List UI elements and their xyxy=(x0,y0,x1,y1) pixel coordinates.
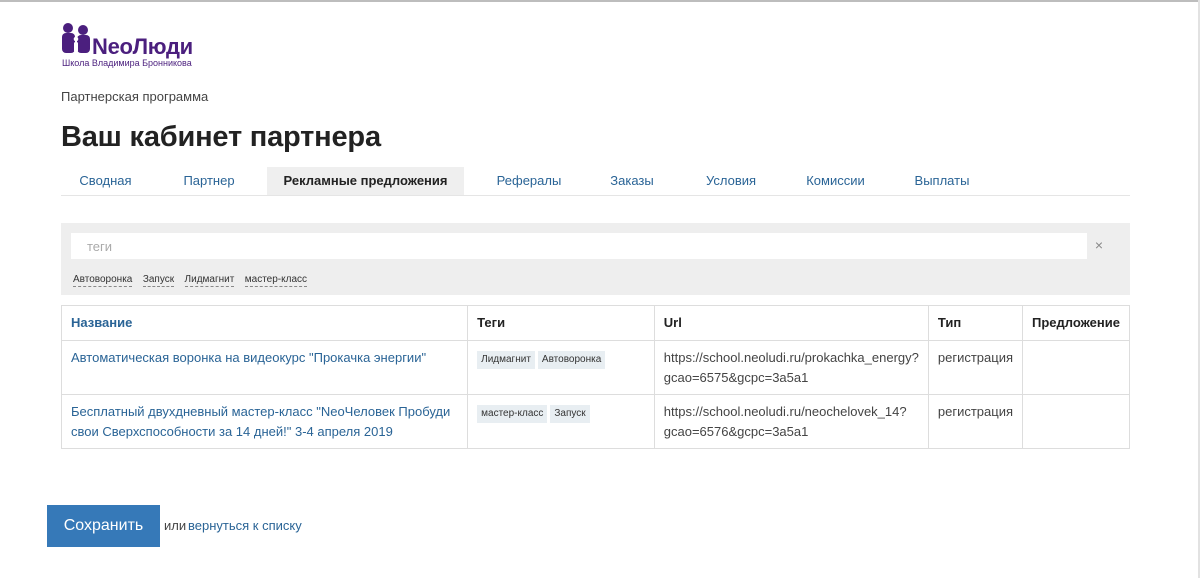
save-button[interactable]: Сохранить xyxy=(47,505,160,547)
tab-payouts[interactable]: Выплаты xyxy=(901,167,983,195)
table-header-row: Название Теги Url Тип Предложение xyxy=(60,305,1130,341)
offer-tag: Запуск xyxy=(550,405,590,423)
neoludi-logo[interactable]: NeoЛюди Школа Владимира Бронникова xyxy=(60,22,210,72)
offer-url-line: gcao=6575&gcpc=3a5a1 xyxy=(663,370,809,385)
offer-url-line: https://school.neoludi.ru/neochelovek_14… xyxy=(663,404,907,419)
column-header-name[interactable]: Название xyxy=(60,305,469,341)
offer-offer-cell xyxy=(1022,340,1130,395)
offer-type-cell: регистрация xyxy=(927,340,1024,395)
tab-referrals[interactable]: Рефералы xyxy=(479,167,579,195)
logo-people-icon xyxy=(62,23,90,53)
breadcrumb: Партнерская программа xyxy=(61,89,209,104)
filter-tag[interactable]: Лидмагнит xyxy=(184,273,235,287)
clear-icon[interactable]: × xyxy=(1091,235,1107,255)
filter-tag-list: Автоворонка Запуск Лидмагнит мастер-клас… xyxy=(73,269,313,287)
offer-name-link[interactable]: Автоматическая воронка на видеокурс "Про… xyxy=(71,350,426,365)
filter-tag[interactable]: Запуск xyxy=(142,273,175,287)
logo-brand-name: NeoЛюди xyxy=(92,34,193,59)
offer-offer-cell xyxy=(1022,394,1130,449)
tab-orders[interactable]: Заказы xyxy=(595,167,669,195)
offers-table: Название Теги Url Тип Предложение Автома… xyxy=(60,305,1130,449)
offer-name-cell: Бесплатный двухдневный мастер-класс "Neo… xyxy=(60,394,469,449)
offer-tag: Автоворонка xyxy=(537,351,606,369)
offer-type-cell: регистрация xyxy=(927,394,1024,449)
filter-tag[interactable]: мастер-класс xyxy=(244,273,308,287)
offer-url-line: gcao=6576&gcpc=3a5a1 xyxy=(663,424,809,439)
column-header-offer: Предложение xyxy=(1022,305,1130,341)
or-text: или xyxy=(164,518,187,533)
column-header-tags: Теги xyxy=(467,305,655,341)
offer-url-cell: https://school.neoludi.ru/neochelovek_14… xyxy=(653,394,929,449)
offer-tags-cell: Лидмагнит Автоворонка xyxy=(467,340,655,395)
offer-url-cell: https://school.neoludi.ru/prokachka_ener… xyxy=(653,340,929,395)
table-row: Бесплатный двухдневный мастер-класс "Neo… xyxy=(60,394,1130,449)
tab-commissions[interactable]: Комиссии xyxy=(791,167,880,195)
tags-search-input[interactable] xyxy=(71,233,1087,259)
top-border xyxy=(0,0,1200,2)
page-title: Ваш кабинет партнера xyxy=(61,121,381,153)
column-header-url: Url xyxy=(653,305,929,341)
table-row: Автоматическая воронка на видеокурс "Про… xyxy=(60,340,1130,395)
offer-name-link[interactable]: Бесплатный двухдневный мастер-класс "Neo… xyxy=(71,404,450,439)
offer-tags-cell: мастер-класс Запуск xyxy=(467,394,655,449)
tab-ad-offers[interactable]: Рекламные предложения xyxy=(267,167,464,195)
back-to-list-link[interactable]: вернуться к списку xyxy=(188,518,302,533)
offer-name-cell: Автоматическая воронка на видеокурс "Про… xyxy=(60,340,469,395)
offer-tag: мастер-класс xyxy=(477,405,548,423)
offer-tag: Лидмагнит xyxy=(477,351,535,369)
logo-subtitle: Школа Владимира Бронникова xyxy=(62,58,192,68)
filter-tag[interactable]: Автоворонка xyxy=(73,273,133,287)
column-header-type: Тип xyxy=(927,305,1024,341)
tab-partner[interactable]: Партнер xyxy=(165,167,253,195)
tab-terms[interactable]: Условия xyxy=(689,167,773,195)
tab-summary[interactable]: Сводная xyxy=(61,167,150,195)
offer-url-line: https://school.neoludi.ru/prokachka_ener… xyxy=(663,350,919,365)
tag-filter-panel: × Автоворонка Запуск Лидмагнит мастер-кл… xyxy=(61,223,1130,295)
tab-bar: Сводная Партнер Рекламные предложения Ре… xyxy=(61,167,1130,196)
